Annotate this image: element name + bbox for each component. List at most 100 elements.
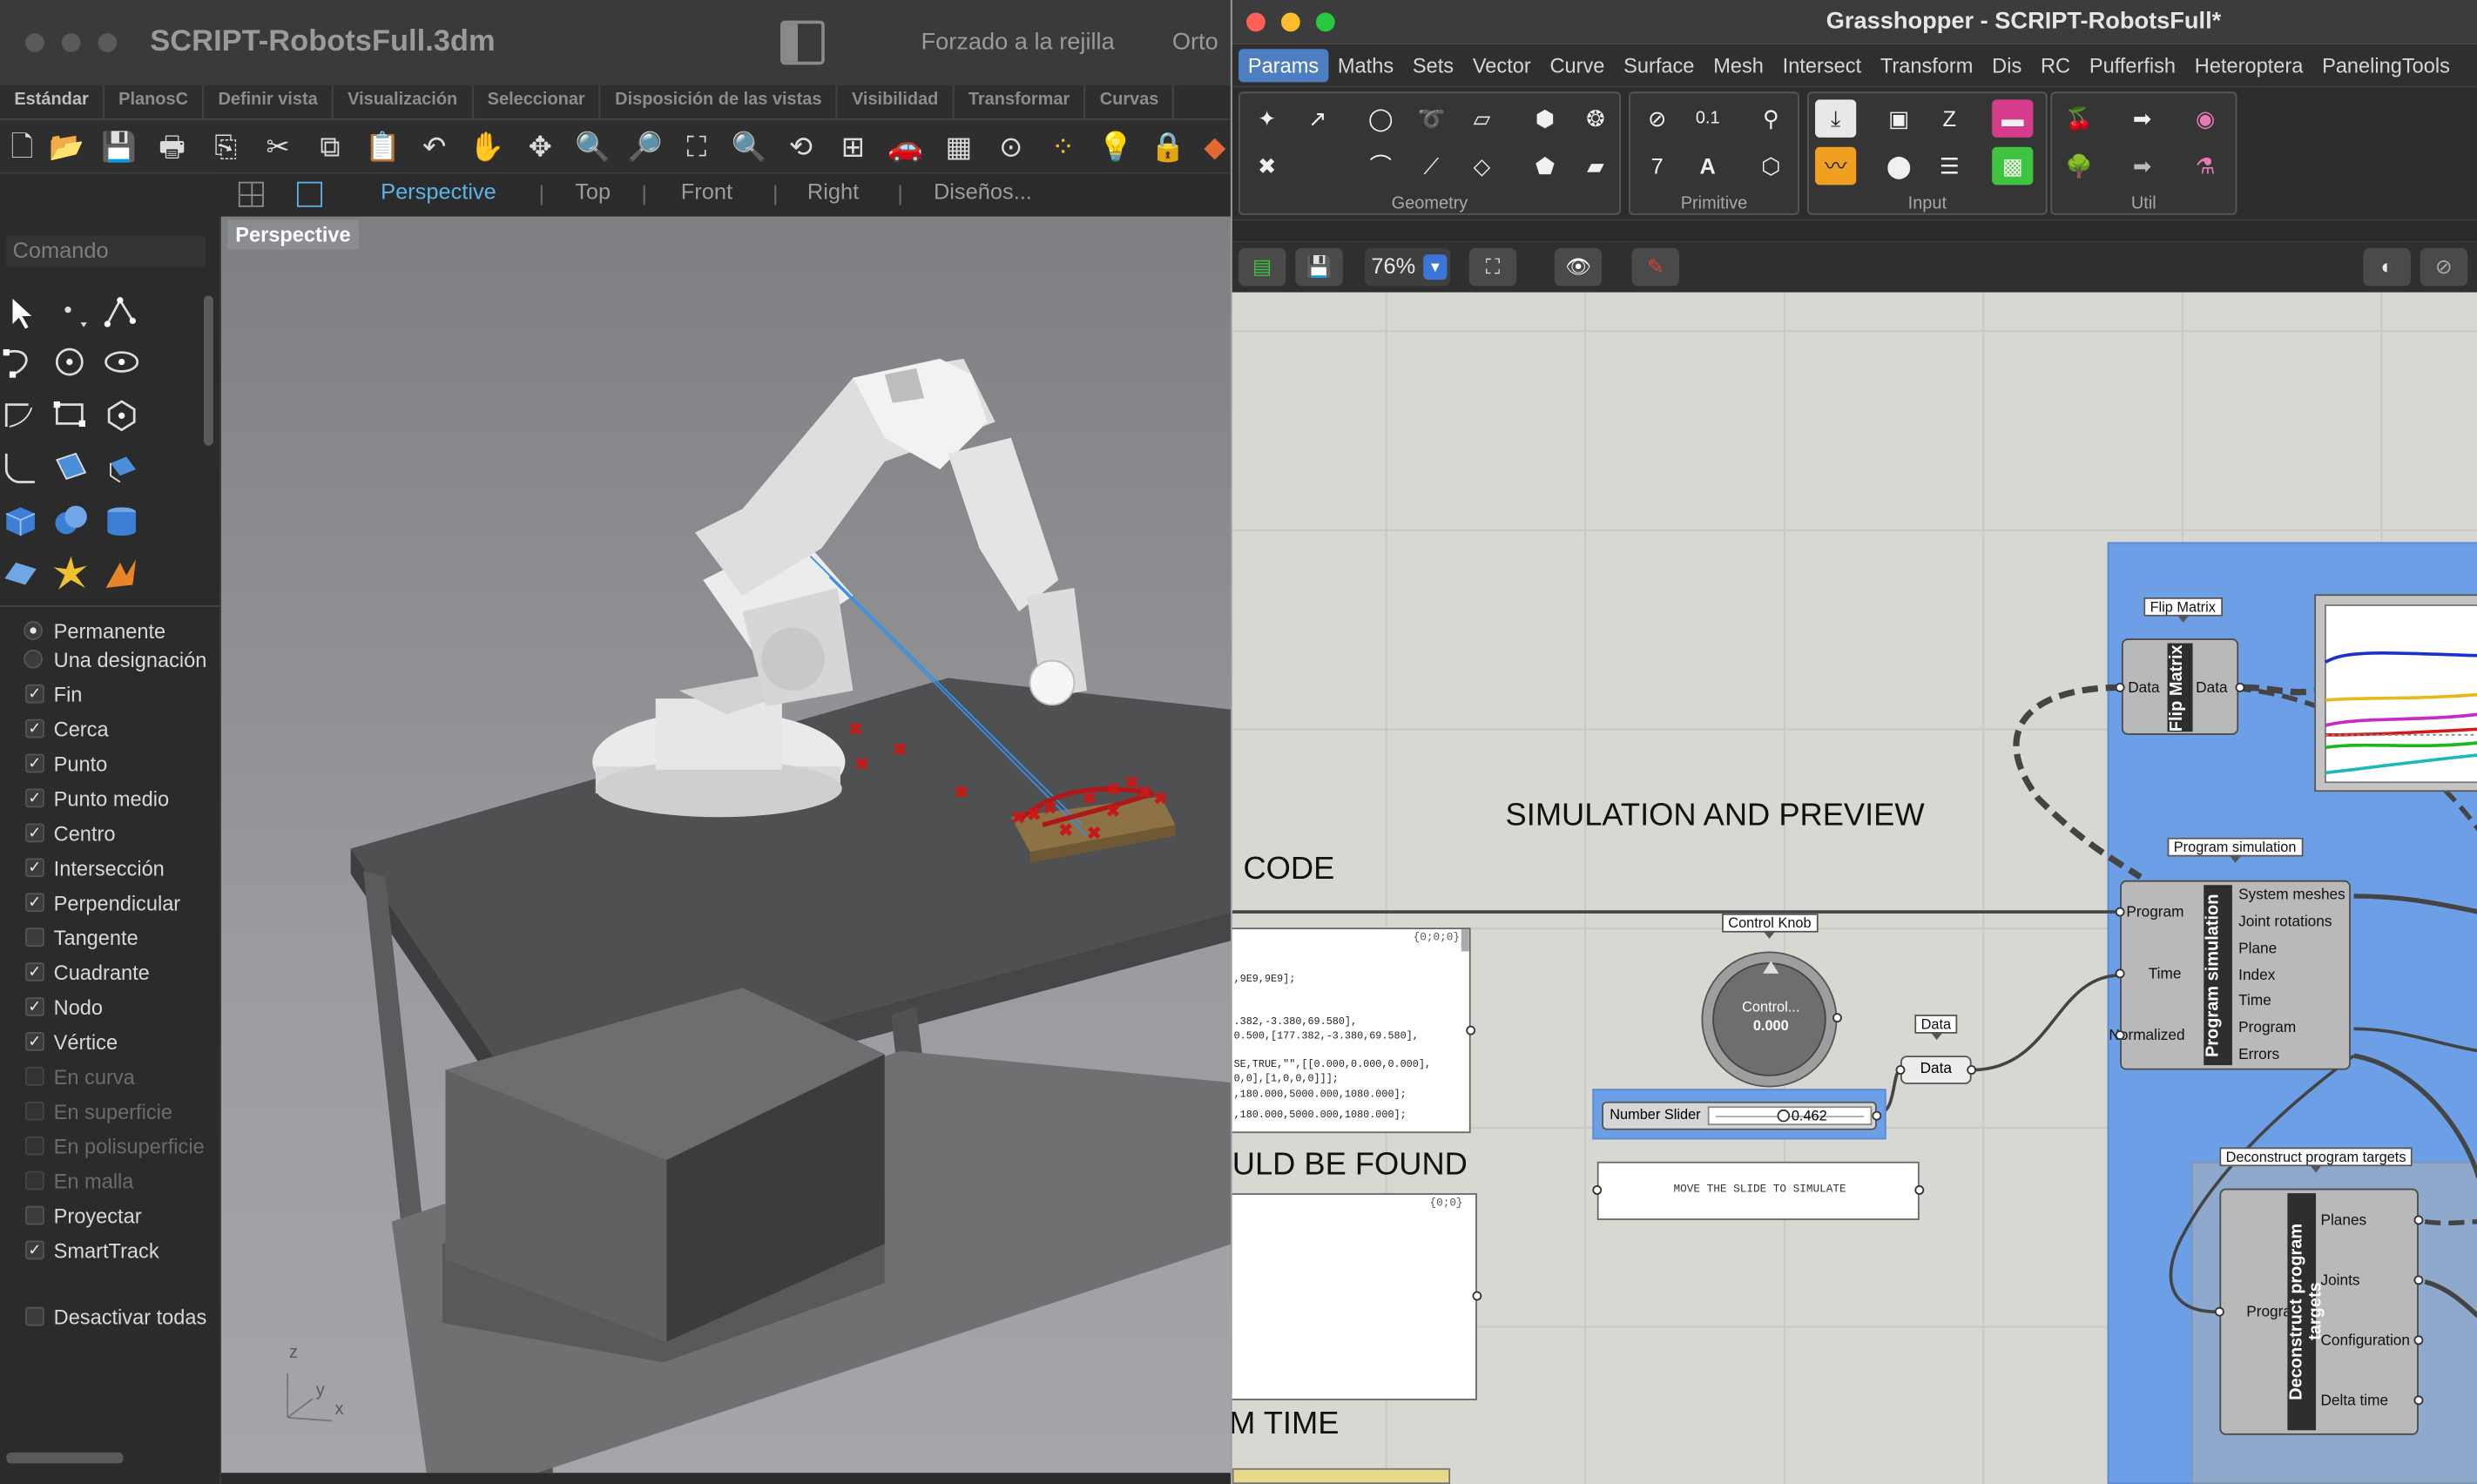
pan-hand-icon[interactable]: ✋: [469, 130, 505, 165]
flask-icon[interactable]: ⚗: [2184, 147, 2225, 186]
delete-param-icon[interactable]: ✖: [1246, 147, 1287, 186]
viewport-title[interactable]: Perspective: [227, 219, 359, 250]
port-dot[interactable]: [2214, 1306, 2224, 1317]
slider-grip[interactable]: [1777, 1109, 1791, 1123]
zoom-level-field[interactable]: 76% ▼: [1365, 247, 1451, 287]
tree-icon[interactable]: 🌳: [2058, 147, 2099, 186]
osnap-intersección[interactable]: ✓ Intersección: [0, 852, 221, 887]
checkbox[interactable]: [25, 1066, 44, 1086]
zoom-icon[interactable]: 🔍: [575, 130, 611, 165]
box-param-icon[interactable]: ⬢: [1524, 99, 1565, 138]
tab-sets[interactable]: Sets: [1403, 54, 1463, 78]
line-param-icon[interactable]: ⟋: [1411, 147, 1452, 186]
input-time[interactable]: Time: [2149, 966, 2182, 983]
output-time[interactable]: Time: [2238, 993, 2271, 1010]
new-document-icon[interactable]: ▤: [1238, 247, 1286, 287]
output-system-meshes[interactable]: System meshes: [2238, 887, 2345, 904]
number-param-icon[interactable]: 0.1: [1687, 99, 1728, 138]
instruction-panel[interactable]: MOVE THE SLIDE TO SIMULATE: [1596, 1161, 1920, 1220]
port-dot[interactable]: [1967, 1065, 1977, 1075]
port-dot[interactable]: [2413, 1395, 2424, 1406]
four-view-layout-icon[interactable]: [238, 181, 264, 207]
tab-mesh[interactable]: Mesh: [1704, 54, 1772, 78]
polyline-tool-icon[interactable]: [101, 293, 142, 334]
checkbox[interactable]: [25, 1306, 44, 1326]
output-plane[interactable]: Plane: [2238, 941, 2277, 958]
sidebar-scrollbar[interactable]: [203, 295, 213, 446]
osnap-fin[interactable]: ✓ Fin: [0, 678, 221, 713]
minimize-window-button[interactable]: [61, 33, 81, 52]
mesh-param-icon[interactable]: ❂: [1575, 99, 1616, 138]
import-param-icon[interactable]: ⤓: [1815, 99, 1857, 138]
checkbox[interactable]: [25, 928, 44, 948]
gh-close-button[interactable]: [1246, 12, 1265, 32]
tab-panelingtools[interactable]: PanelingTools: [2312, 54, 2460, 78]
port-dot[interactable]: [2413, 1215, 2424, 1225]
plane-param-icon[interactable]: ▰: [1575, 147, 1616, 186]
geometry-param-icon[interactable]: ✦: [1246, 99, 1287, 138]
output-program[interactable]: Program: [2238, 1019, 2296, 1036]
sidebar-toggle-icon[interactable]: [780, 20, 825, 65]
sketch-pen-icon[interactable]: ✎: [1631, 247, 1680, 287]
checkbox[interactable]: [25, 1170, 44, 1191]
data-input-icon[interactable]: ➡: [2122, 147, 2163, 186]
port-dot[interactable]: [1832, 1013, 1842, 1023]
disable-all-toggle[interactable]: Desactivar todas: [0, 1300, 221, 1335]
checkbox[interactable]: [25, 1136, 44, 1156]
single-view-layout-icon[interactable]: [296, 181, 323, 207]
output-joints[interactable]: Joints: [2320, 1272, 2359, 1290]
osnap-cuadrante[interactable]: ✓ Cuadrante: [0, 956, 221, 991]
gh-zoom-button[interactable]: [1315, 12, 1335, 32]
input-program[interactable]: Program: [2126, 904, 2183, 921]
output-errors[interactable]: Errors: [2238, 1046, 2279, 1063]
bottom-panel-edge[interactable]: [1232, 1467, 1451, 1484]
tab-right[interactable]: Right: [807, 179, 859, 204]
arc-param-icon[interactable]: ⌒: [1360, 147, 1401, 186]
code-panel[interactable]: {0;0;0} ,9E9,9E9]; .382,-3.380,69.580], 0.…: [1232, 928, 1471, 1134]
zoom-window-icon[interactable]: 🔎: [627, 130, 663, 165]
points-icon[interactable]: ⁘: [1046, 130, 1081, 165]
mesh-tool-icon[interactable]: [0, 553, 41, 594]
port-dot[interactable]: [2413, 1335, 2424, 1346]
osnap-nodo[interactable]: ✓ Nodo: [0, 991, 221, 1026]
found-panel[interactable]: {0;0}: [1232, 1193, 1477, 1400]
data-param[interactable]: Data: [1900, 1056, 1972, 1084]
port-dot[interactable]: [1914, 1185, 1925, 1195]
select-icon[interactable]: ⊙: [994, 130, 1029, 165]
explode-tool-icon[interactable]: [51, 553, 91, 594]
osnap-en-superficie[interactable]: En superficie: [0, 1096, 221, 1130]
select-arrow-icon[interactable]: [3, 293, 44, 334]
panel-scrollbar[interactable]: [1461, 929, 1469, 952]
tab-maths[interactable]: Maths: [1328, 54, 1403, 78]
circle-tool-icon[interactable]: [51, 343, 91, 384]
tab-intersect[interactable]: Intersect: [1773, 54, 1871, 78]
cylinder-tool-icon[interactable]: [101, 501, 142, 542]
control-knob[interactable]: Control... 0.000: [1701, 951, 1838, 1088]
brep-param-icon[interactable]: ⬟: [1524, 147, 1565, 186]
boolean-param-icon[interactable]: ⊘: [1637, 99, 1677, 138]
boolean-tool-icon[interactable]: [51, 501, 91, 542]
port-dot[interactable]: [2115, 1030, 2125, 1041]
output-planes[interactable]: Planes: [2320, 1212, 2366, 1230]
graph-mapper-icon[interactable]: 〰: [1815, 146, 1857, 186]
open-file-icon[interactable]: 📂: [49, 130, 84, 165]
port-dot[interactable]: [1872, 1110, 1882, 1121]
radio-una-designacion[interactable]: Una designación: [0, 644, 221, 678]
cut-icon[interactable]: ✂: [260, 130, 295, 165]
osnap-smarttrack[interactable]: ✓ SmartTrack: [0, 1234, 221, 1269]
shaded-preview-icon[interactable]: ◐: [2363, 247, 2411, 287]
tab-surface[interactable]: Surface: [1614, 54, 1704, 78]
command-input[interactable]: Comando: [6, 235, 206, 267]
flip-matrix-input[interactable]: Data: [2128, 679, 2159, 697]
tab-layouts[interactable]: Diseños...: [934, 179, 1032, 204]
transform-tool-icon[interactable]: [101, 553, 142, 594]
cplane-grid-icon[interactable]: ▦: [942, 130, 976, 165]
grasshopper-canvas[interactable]: SIMULATION AND PREVIEW CODE ULD BE FOUND…: [1232, 292, 2477, 1484]
tab-heteroptera[interactable]: Heteroptera: [2185, 54, 2312, 78]
checkbox[interactable]: ✓: [25, 1031, 44, 1051]
viewport-layout-icon[interactable]: ⊞: [836, 130, 871, 165]
ellipse-tool-icon[interactable]: [101, 343, 142, 384]
checkbox[interactable]: ✓: [25, 858, 44, 878]
osnap-tangente[interactable]: Tangente: [0, 921, 221, 956]
tab-pufferfish[interactable]: Pufferfish: [2080, 54, 2185, 78]
